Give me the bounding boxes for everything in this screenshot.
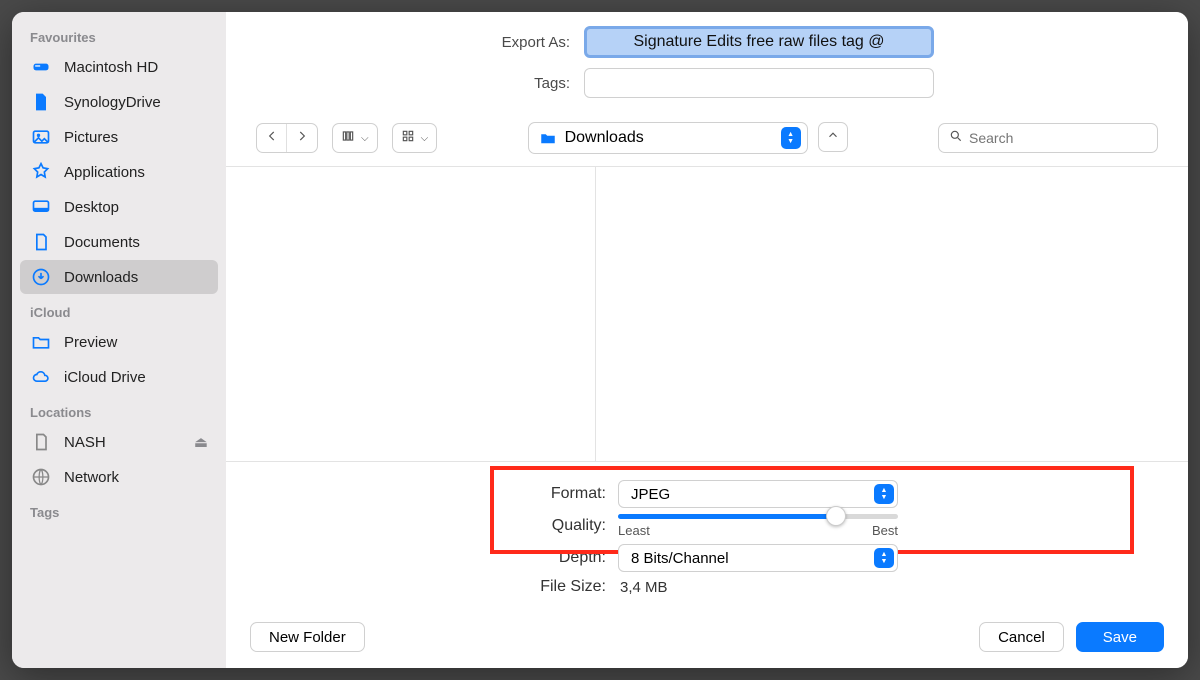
browser-column-right[interactable] — [596, 167, 1188, 461]
sidebar-item-synologydrive[interactable]: SynologyDrive — [20, 85, 218, 119]
sidebar-section-tags: Tags — [12, 495, 226, 524]
quality-slider[interactable] — [618, 514, 898, 519]
sidebar-item-icloud-drive[interactable]: iCloud Drive — [20, 360, 218, 394]
browser-column-left[interactable] — [226, 167, 596, 461]
updown-icon — [874, 484, 894, 504]
search-box[interactable] — [938, 123, 1158, 153]
applications-icon — [30, 161, 52, 183]
search-input[interactable] — [969, 130, 1150, 146]
tags-input[interactable] — [584, 68, 934, 98]
sidebar-item-documents[interactable]: Documents — [20, 225, 218, 259]
collapse-button[interactable] — [818, 122, 848, 152]
file-browser — [226, 167, 1188, 462]
nav-back-forward — [256, 123, 318, 153]
folder-name: Downloads — [565, 129, 644, 147]
eject-icon[interactable]: ⏏ — [194, 433, 208, 451]
format-label: Format: — [266, 485, 606, 503]
sidebar-item-label: NASH — [64, 434, 106, 451]
format-select[interactable]: JPEG — [618, 480, 898, 508]
view-columns-button[interactable]: ⌵ — [332, 123, 378, 153]
chevron-down-icon: ⌵ — [421, 133, 429, 144]
columns-icon — [341, 129, 355, 148]
sidebar: Favourites Macintosh HD SynologyDrive Pi… — [12, 12, 226, 668]
quality-least-label: Least — [618, 523, 650, 538]
sidebar-item-label: Applications — [64, 164, 145, 181]
sidebar-item-label: Macintosh HD — [64, 59, 158, 76]
quality-label: Quality: — [266, 517, 606, 535]
document-icon — [30, 91, 52, 113]
filesize-value: 3,4 MB — [618, 579, 668, 596]
sidebar-item-pictures[interactable]: Pictures — [20, 120, 218, 154]
filename-input[interactable] — [584, 26, 934, 58]
photo-icon — [30, 126, 52, 148]
cancel-button[interactable]: Cancel — [979, 622, 1064, 652]
filesize-label: File Size: — [266, 578, 606, 596]
header-fields: Export As: Tags: — [226, 12, 1188, 116]
sidebar-item-label: Desktop — [64, 199, 119, 216]
export-dialog: Favourites Macintosh HD SynologyDrive Pi… — [12, 12, 1188, 668]
save-button[interactable]: Save — [1076, 622, 1164, 652]
sidebar-section-icloud: iCloud — [12, 295, 226, 324]
updown-icon — [781, 127, 801, 149]
documents-icon — [30, 231, 52, 253]
chevron-down-icon: ⌵ — [361, 133, 369, 144]
desktop-icon — [30, 196, 52, 218]
grid-icon — [401, 129, 415, 148]
sidebar-item-label: Network — [64, 469, 119, 486]
disk-icon — [30, 56, 52, 78]
main-panel: Export As: Tags: ⌵ ⌵ — [226, 12, 1188, 668]
tags-label: Tags: — [480, 75, 570, 92]
sidebar-item-applications[interactable]: Applications — [20, 155, 218, 189]
dialog-footer: New Folder Cancel Save — [226, 612, 1188, 668]
format-value: JPEG — [631, 486, 670, 503]
sidebar-item-network[interactable]: Network — [20, 460, 218, 494]
globe-icon — [30, 466, 52, 488]
sidebar-item-label: Pictures — [64, 129, 118, 146]
new-folder-button[interactable]: New Folder — [250, 622, 365, 652]
sidebar-item-macintosh-hd[interactable]: Macintosh HD — [20, 50, 218, 84]
sidebar-item-label: SynologyDrive — [64, 94, 161, 111]
quality-best-label: Best — [872, 523, 898, 538]
updown-icon — [874, 548, 894, 568]
sidebar-item-label: iCloud Drive — [64, 369, 146, 386]
toolbar: ⌵ ⌵ Downloads — [226, 116, 1188, 167]
view-grid-button[interactable]: ⌵ — [392, 123, 438, 153]
folder-popup[interactable]: Downloads — [528, 122, 808, 154]
sidebar-item-label: Documents — [64, 234, 140, 251]
forward-button[interactable] — [287, 124, 317, 152]
sidebar-section-favourites: Favourites — [12, 20, 226, 49]
sidebar-section-locations: Locations — [12, 395, 226, 424]
sidebar-item-label: Preview — [64, 334, 117, 351]
depth-label: Depth: — [266, 549, 606, 567]
folder-icon — [30, 331, 52, 353]
depth-select[interactable]: 8 Bits/Channel — [618, 544, 898, 572]
export-options: Format: JPEG Quality: — [226, 462, 1188, 612]
sidebar-item-preview[interactable]: Preview — [20, 325, 218, 359]
chevron-up-icon — [826, 128, 840, 147]
drive-icon — [30, 431, 52, 453]
export-as-label: Export As: — [480, 34, 570, 51]
sidebar-item-desktop[interactable]: Desktop — [20, 190, 218, 224]
cloud-icon — [30, 366, 52, 388]
sidebar-item-downloads[interactable]: Downloads — [20, 260, 218, 294]
search-icon — [949, 129, 963, 148]
sidebar-item-label: Downloads — [64, 269, 138, 286]
depth-value: 8 Bits/Channel — [631, 550, 729, 567]
download-icon — [30, 266, 52, 288]
folder-icon — [539, 129, 557, 147]
back-button[interactable] — [257, 124, 287, 152]
sidebar-item-nash[interactable]: NASH ⏏ — [20, 425, 218, 459]
